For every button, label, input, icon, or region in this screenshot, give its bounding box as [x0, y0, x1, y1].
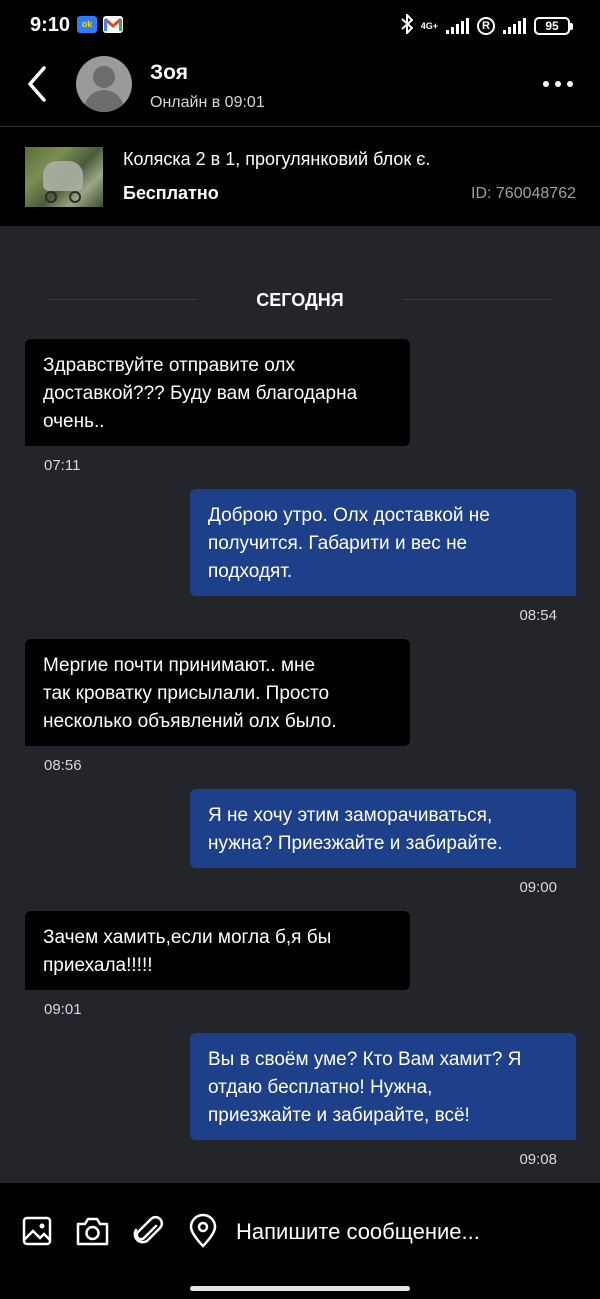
home-indicator[interactable] — [190, 1286, 410, 1291]
network-type: 4G+ — [420, 20, 438, 31]
message-input[interactable]: Напишите сообщение... — [236, 1219, 480, 1245]
gmail-icon — [103, 16, 123, 33]
listing-title: Коляска 2 в 1, прогулянковий блок є. — [123, 149, 431, 169]
listing-id: ID: 760048762 — [471, 185, 576, 202]
date-label: СЕГОДНЯ — [256, 290, 344, 310]
message-time: 09:08 — [519, 1151, 557, 1168]
message-bubble-incoming[interactable]: Зачем хамить,если могла б,я бы приехала!… — [25, 911, 410, 990]
message-time: 09:00 — [519, 879, 557, 896]
date-divider: СЕГОДНЯ — [0, 286, 600, 314]
message-bubble-incoming[interactable]: Здравствуйте отправите олх доставкой??? … — [25, 339, 410, 446]
chat-header: Зоя Онлайн в 09:01 — [0, 50, 600, 126]
chevron-left-icon — [28, 66, 46, 102]
more-options-button[interactable] — [538, 72, 578, 96]
message-composer: Напишите сообщение... — [0, 1183, 600, 1299]
ok-app-icon: ok — [77, 16, 97, 33]
message-time: 08:56 — [44, 757, 82, 774]
location-pin-icon[interactable] — [185, 1213, 221, 1249]
paperclip-icon[interactable] — [130, 1213, 166, 1249]
message-bubble-outgoing[interactable]: Доброю утро. Олх доставкой не получится.… — [190, 489, 576, 596]
message-time: 09:01 — [44, 1001, 82, 1018]
message-bubble-incoming[interactable]: Мергие почти принимают.. мне так кроватк… — [25, 639, 410, 746]
bluetooth-icon — [401, 12, 414, 39]
back-button[interactable] — [18, 62, 58, 106]
listing-thumbnail — [25, 147, 103, 207]
status-indicators: 4G+ R 95 — [401, 12, 573, 39]
listing-card[interactable]: Коляска 2 в 1, прогулянковий блок є. Бес… — [0, 126, 600, 226]
roaming-icon: R — [477, 17, 495, 35]
battery-icon: 95 — [534, 17, 573, 35]
message-bubble-outgoing[interactable]: Вы в своём уме? Кто Вам хамит? Я отдаю б… — [190, 1033, 576, 1140]
message-bubble-outgoing[interactable]: Я не хочу этим заморачиваться, нужна? Пр… — [190, 789, 576, 868]
signal-icon-2 — [503, 18, 526, 34]
gallery-icon[interactable] — [20, 1213, 56, 1249]
listing-price: Бесплатно — [123, 183, 219, 203]
message-time: 07:11 — [44, 457, 81, 474]
status-bar: 9:10 ok 4G+ R 95 — [0, 0, 600, 50]
message-time: 08:54 — [519, 607, 557, 624]
contact-status: Онлайн в 09:01 — [150, 94, 265, 111]
camera-icon[interactable] — [75, 1213, 111, 1249]
signal-icon — [446, 18, 469, 34]
avatar[interactable] — [76, 56, 132, 112]
status-time: 9:10 — [30, 14, 71, 36]
contact-name[interactable]: Зоя — [150, 61, 188, 85]
